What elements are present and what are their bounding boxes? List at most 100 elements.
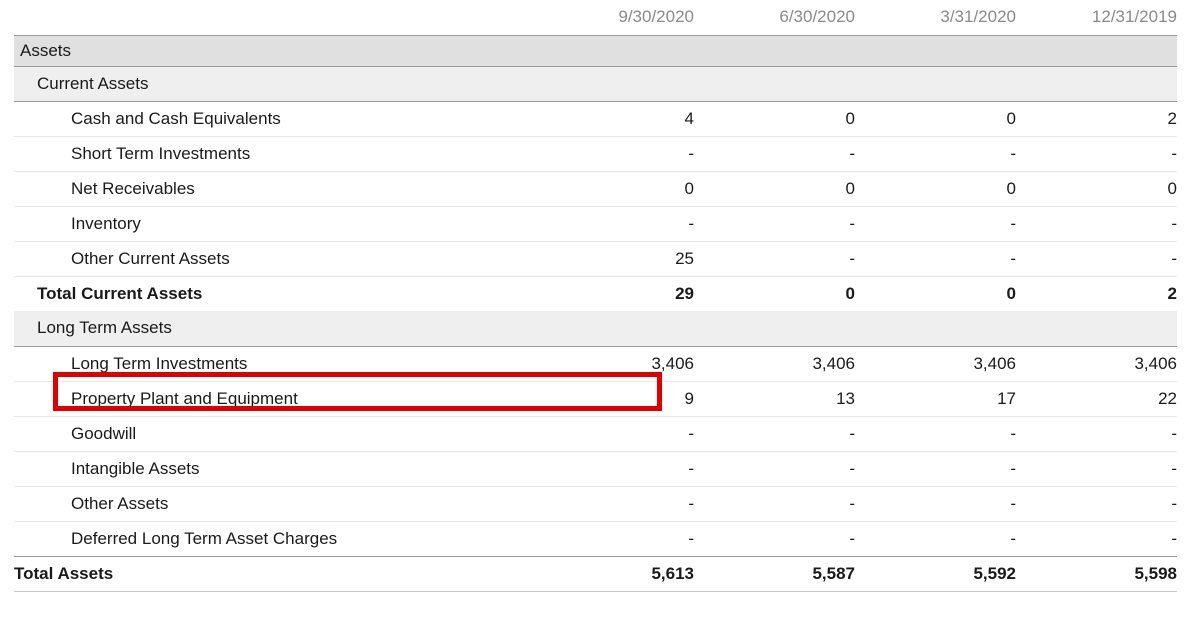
row-value-col-3: 22 [1023,380,1184,416]
row-label: Long Term Assets [0,311,540,347]
row-value-col-0 [540,34,701,67]
table-row[interactable]: Goodwill - - - - [0,415,1184,451]
table-header: 9/30/2020 6/30/2020 3/31/2020 12/31/2019 [0,0,1184,35]
row-value-col-0: - [540,415,701,451]
row-value-col-0: - [540,485,701,521]
row-value-col-0 [540,311,701,347]
row-value-col-1: 0 [701,275,862,311]
row-value-col-3: - [1023,240,1184,276]
table-body: Assets Current Assets Cash and Cash Equiva… [0,34,1184,592]
row-value-col-1: 0 [701,170,862,206]
row-value-col-1: - [701,135,862,171]
row-value-col-3: - [1023,485,1184,521]
section-sub-row[interactable]: Long Term Assets [0,311,1184,347]
row-value-col-1: - [701,520,862,556]
row-value-col-2: 17 [862,380,1023,416]
row-value-col-3: 0 [1023,170,1184,206]
row-value-col-3 [1023,311,1184,347]
row-value-col-2: - [862,415,1023,451]
row-value-col-1: - [701,205,862,241]
column-header-date-1[interactable]: 6/30/2020 [701,0,862,35]
row-value-col-3 [1023,66,1184,102]
row-value-col-2 [862,66,1023,102]
row-value-col-3: - [1023,135,1184,171]
row-label: Cash and Cash Equivalents [0,100,540,136]
row-label: Current Assets [0,66,540,102]
financial-table: 9/30/2020 6/30/2020 3/31/2020 12/31/2019… [0,0,1184,592]
row-value-col-0: - [540,450,701,486]
section-sub-row[interactable]: Current Assets [0,66,1184,102]
table-row[interactable]: Net Receivables 0 0 0 0 [0,170,1184,206]
table-row[interactable]: Inventory - - - - [0,205,1184,241]
row-value-col-1 [701,34,862,67]
row-value-col-2: 0 [862,275,1023,311]
column-header-date-0[interactable]: 9/30/2020 [540,0,701,35]
column-header-row: 9/30/2020 6/30/2020 3/31/2020 12/31/2019 [0,0,1184,35]
row-label: Assets [0,34,540,67]
column-header-label [0,0,540,35]
row-value-col-1: 5,587 [701,555,862,592]
row-label: Property Plant and Equipment [0,380,540,416]
row-value-col-3: - [1023,205,1184,241]
row-value-col-1: - [701,240,862,276]
table-row[interactable]: Short Term Investments - - - - [0,135,1184,171]
row-value-col-1: 0 [701,100,862,136]
row-value-col-3: 5,598 [1023,555,1184,592]
column-header-date-3[interactable]: 12/31/2019 [1023,0,1184,35]
row-value-col-3: 2 [1023,275,1184,311]
row-value-col-0: 29 [540,275,701,311]
total-main-row[interactable]: Total Assets 5,613 5,587 5,592 5,598 [0,555,1184,592]
row-label: Total Assets [0,555,540,592]
row-value-col-2: - [862,450,1023,486]
row-value-col-0: 5,613 [540,555,701,592]
table-row[interactable]: Property Plant and Equipment 9 13 17 22 [0,380,1184,416]
row-value-col-0: 0 [540,170,701,206]
row-value-col-2: - [862,485,1023,521]
row-value-col-2: 3,406 [862,345,1023,381]
row-label: Intangible Assets [0,450,540,486]
row-value-col-1 [701,66,862,102]
row-value-col-0: 25 [540,240,701,276]
row-label: Other Assets [0,485,540,521]
row-label: Goodwill [0,415,540,451]
table-row[interactable]: Other Current Assets 25- - - [0,240,1184,276]
row-label: Long Term Investments [0,345,540,381]
row-value-col-3: - [1023,415,1184,451]
row-value-col-1 [701,311,862,347]
row-value-col-3 [1023,34,1184,67]
row-value-col-2: - [862,135,1023,171]
row-value-col-0: - [540,205,701,241]
row-value-col-2: - [862,240,1023,276]
table-row[interactable]: Cash and Cash Equivalents 4 0 0 2 [0,100,1184,136]
row-value-col-0: 3,406 [540,345,701,381]
column-header-date-2[interactable]: 3/31/2020 [862,0,1023,35]
table-row[interactable]: Other Assets - - - - [0,485,1184,521]
table-row[interactable]: Long Term Investments 3,406 3,406 3,406 3,40… [0,345,1184,381]
row-value-col-1: - [701,450,862,486]
section-top-row[interactable]: Assets [0,34,1184,67]
row-label: Other Current Assets [0,240,540,276]
row-value-col-1: - [701,485,862,521]
balance-sheet-assets-table: 9/30/2020 6/30/2020 3/31/2020 12/31/2019… [0,0,1184,627]
row-value-col-0: 9 [540,380,701,416]
row-value-col-3: - [1023,450,1184,486]
row-label: Net Receivables [0,170,540,206]
row-value-col-1: 13 [701,380,862,416]
table-row[interactable]: Deferred Long Term Asset Charges - - - - [0,520,1184,556]
row-value-col-1: 3,406 [701,345,862,381]
row-value-col-2: 5,592 [862,555,1023,592]
row-value-col-2: - [862,205,1023,241]
total-sub-row[interactable]: Total Current Assets 29 0 0 2 [0,275,1184,311]
row-value-col-0: - [540,520,701,556]
row-value-col-0 [540,66,701,102]
row-value-col-3: 3,406 [1023,345,1184,381]
row-value-col-2: 0 [862,170,1023,206]
row-value-col-2: 0 [862,100,1023,136]
row-value-col-3: 2 [1023,100,1184,136]
row-label: Total Current Assets [0,275,540,311]
row-value-col-2: - [862,520,1023,556]
row-value-col-2 [862,311,1023,347]
row-label: Deferred Long Term Asset Charges [0,520,540,556]
row-value-col-0: - [540,135,701,171]
table-row[interactable]: Intangible Assets - - - - [0,450,1184,486]
